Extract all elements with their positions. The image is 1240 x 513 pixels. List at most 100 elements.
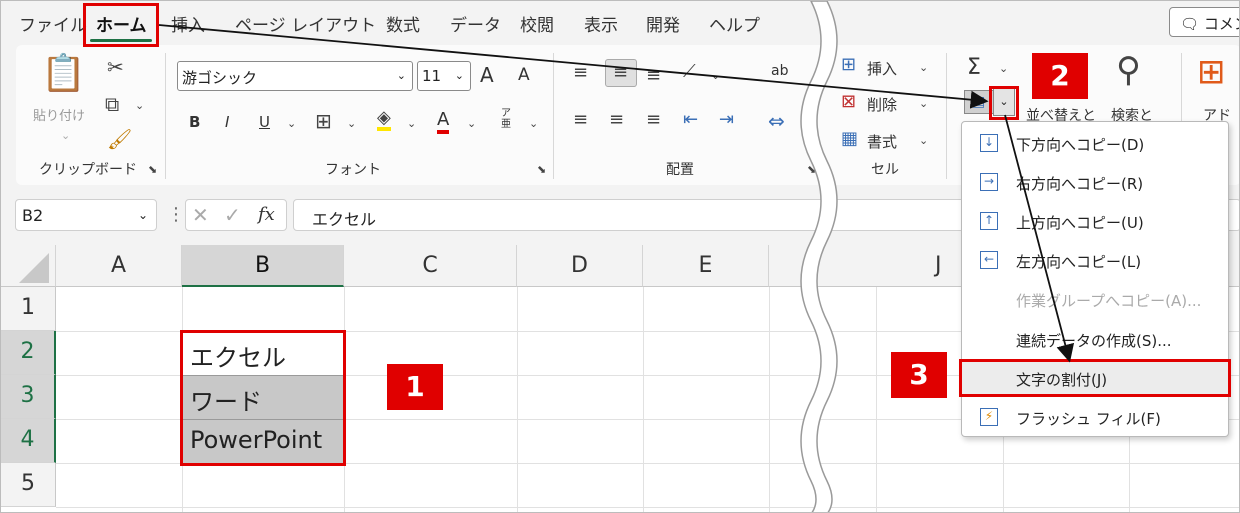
tab-insert[interactable]: 挿入	[171, 11, 205, 36]
row-header-5[interactable]: 5	[1, 463, 56, 507]
menu-item-label: 左方向へコピー(L)	[1016, 253, 1142, 271]
tab-page-layout[interactable]: ページ レイアウト	[235, 11, 376, 36]
tab-developer[interactable]: 開発	[646, 11, 680, 36]
font-color-icon[interactable]: A	[437, 109, 450, 134]
menu-item-fill-up[interactable]: ↑ 上方向へコピー(U)	[962, 202, 1228, 240]
excel-window: ファイル ホーム 挿入 ページ レイアウト 数式 データ 校閲 表示 開発 ヘル…	[0, 0, 1240, 513]
arrow-down-icon: ↓	[980, 134, 998, 152]
decrease-indent-icon[interactable]: ⇤	[683, 111, 698, 129]
tab-review[interactable]: 校閲	[520, 11, 554, 36]
tab-data[interactable]: データ	[450, 11, 501, 36]
delete-cells-button[interactable]: 削除	[867, 94, 897, 115]
menu-item-label: 下方向へコピー(D)	[1016, 136, 1145, 154]
cancel-icon[interactable]: ✕	[192, 203, 209, 227]
paste-dropdown-icon[interactable]: ⌄	[61, 129, 70, 142]
insert-function-button[interactable]: fx	[258, 204, 275, 225]
bold-button[interactable]: B	[189, 113, 200, 131]
font-color-dropdown-icon[interactable]: ⌄	[467, 117, 476, 130]
flash-fill-icon: ⚡	[980, 408, 998, 426]
torn-edge-separator	[800, 1, 838, 512]
delete-dropdown-icon[interactable]: ⌄	[919, 97, 928, 110]
gridline	[56, 507, 1239, 508]
align-bottom-icon[interactable]: ≡	[646, 67, 661, 85]
ribbon-separator	[553, 53, 554, 179]
orientation-dropdown-icon[interactable]: ⌄	[711, 69, 720, 82]
cut-icon[interactable]: ✂	[107, 57, 124, 77]
font-name-combobox[interactable]: 游ゴシック ⌄	[177, 61, 413, 91]
italic-button[interactable]: I	[225, 113, 229, 131]
menu-item-label: 作業グループへコピー(A)...	[1016, 292, 1202, 310]
font-launcher-icon[interactable]: ⬊	[537, 163, 546, 176]
row-header-4[interactable]: 4	[1, 419, 56, 463]
select-all-triangle-icon	[19, 253, 49, 283]
paste-label[interactable]: 貼り付け	[33, 105, 85, 124]
format-cells-button[interactable]: 書式	[867, 131, 897, 152]
row-header-1[interactable]: 1	[1, 287, 56, 331]
tab-view[interactable]: 表示	[584, 11, 618, 36]
arrow-left-icon: ←	[980, 251, 998, 269]
formula-bar-grip-icon: ⋮	[167, 204, 185, 225]
underline-dropdown-icon[interactable]: ⌄	[287, 117, 296, 130]
grow-font-button[interactable]: A	[480, 63, 494, 87]
chevron-down-icon: ⌄	[454, 69, 464, 82]
insert-dropdown-icon[interactable]: ⌄	[919, 61, 928, 74]
copy-dropdown-icon[interactable]: ⌄	[135, 99, 144, 112]
torn-edge-path	[800, 1, 838, 512]
align-top-icon[interactable]: ≡	[573, 64, 588, 82]
column-header-a[interactable]: A	[56, 245, 182, 287]
underline-button[interactable]: U	[259, 113, 270, 131]
paste-icon[interactable]: 📋	[41, 56, 86, 92]
format-painter-icon[interactable]: 🖌	[107, 129, 132, 149]
menu-item-fill-across-sheets[interactable]: 作業グループへコピー(A)...	[962, 280, 1228, 318]
search-icon[interactable]: ⚲	[1116, 53, 1141, 87]
tab-help[interactable]: ヘルプ	[709, 11, 760, 36]
shrink-font-button[interactable]: A	[518, 65, 530, 85]
menu-item-fill-right[interactable]: → 右方向へコピー(R)	[962, 163, 1228, 201]
addins-icon[interactable]: ⊞	[1197, 55, 1226, 89]
column-header-e[interactable]: E	[643, 245, 769, 287]
font-group-label: フォント	[325, 162, 381, 178]
column-header-d[interactable]: D	[517, 245, 643, 287]
fill-color-dropdown-icon[interactable]: ⌄	[407, 117, 416, 130]
insert-cells-button[interactable]: 挿入	[867, 58, 897, 79]
align-center-icon[interactable]: ≡	[609, 111, 624, 129]
menu-item-fill-down[interactable]: ↓ 下方向へコピー(D)	[962, 124, 1228, 162]
menu-item-fill-left[interactable]: ← 左方向へコピー(L)	[962, 241, 1228, 279]
copy-icon[interactable]: ⧉	[105, 94, 119, 114]
name-box[interactable]: B2 ⌄	[15, 199, 157, 231]
increase-indent-icon[interactable]: ⇥	[719, 111, 734, 129]
chevron-down-icon: ⌄	[137, 208, 148, 222]
gridline	[517, 287, 518, 512]
select-all-corner[interactable]	[1, 245, 56, 287]
borders-icon[interactable]: ⊞	[315, 111, 332, 131]
phonetic-guide-button[interactable]: ア亜	[501, 108, 513, 130]
row-header-3[interactable]: 3	[1, 375, 56, 419]
ribbon-separator	[946, 53, 947, 179]
comments-button[interactable]: 🗨 コメン	[1169, 7, 1239, 37]
tab-formulas[interactable]: 数式	[386, 11, 420, 36]
autosum-dropdown-icon[interactable]: ⌄	[999, 62, 1008, 75]
step-badge-1: 1	[387, 364, 443, 410]
autosum-icon[interactable]: Σ	[967, 55, 981, 80]
clipboard-launcher-icon[interactable]: ⬊	[148, 163, 157, 176]
menu-item-flash-fill[interactable]: ⚡ フラッシュ フィル(F)	[962, 398, 1228, 436]
format-dropdown-icon[interactable]: ⌄	[919, 134, 928, 147]
phonetic-dropdown-icon[interactable]: ⌄	[529, 117, 538, 130]
step-badge-2: 2	[1032, 53, 1088, 99]
borders-dropdown-icon[interactable]: ⌄	[347, 117, 356, 130]
font-size-combobox[interactable]: 11 ⌄	[417, 61, 471, 91]
align-left-icon[interactable]: ≡	[573, 111, 588, 129]
orientation-icon[interactable]: ⟋	[683, 63, 696, 81]
row-header-2[interactable]: 2	[1, 331, 56, 375]
align-right-icon[interactable]: ≡	[646, 111, 661, 129]
column-header-b[interactable]: B	[182, 245, 344, 287]
fill-color-icon[interactable]: ◈	[377, 109, 391, 131]
formula-buttons: ✕ ✓ fx	[185, 199, 287, 231]
enter-icon[interactable]: ✓	[224, 203, 241, 227]
annotation-box-justify	[959, 359, 1231, 397]
column-header-c[interactable]: C	[344, 245, 517, 287]
name-box-value: B2	[22, 206, 44, 225]
align-middle-icon[interactable]: ≡	[605, 59, 637, 87]
menu-item-fill-series[interactable]: 連続データの作成(S)...	[962, 320, 1228, 358]
tab-file[interactable]: ファイル	[19, 11, 87, 36]
